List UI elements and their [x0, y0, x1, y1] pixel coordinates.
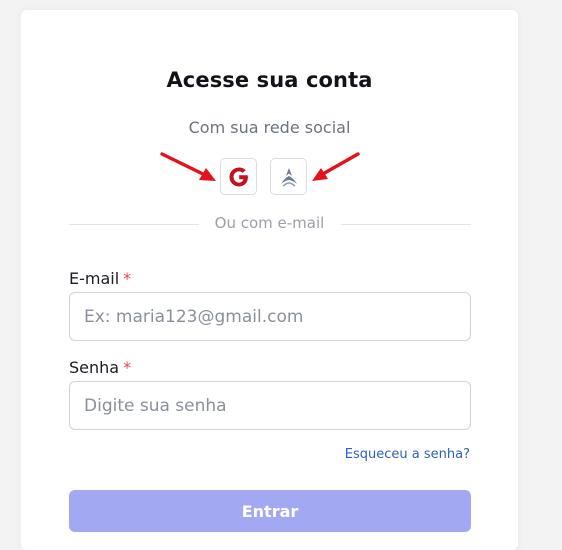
- annotation-arrow-left: [160, 152, 216, 181]
- social-login-subtitle: Com sua rede social: [188, 118, 351, 137]
- password-label-text: Senha: [69, 358, 120, 377]
- email-label-text: E-mail: [69, 269, 120, 288]
- login-card: Acesse sua conta Com sua rede social Ou …: [21, 10, 518, 550]
- adventist-flame-icon: [280, 167, 297, 187]
- email-label: E-mail *: [69, 269, 131, 288]
- page-title: Acesse sua conta: [166, 68, 373, 92]
- forgot-password-link[interactable]: Esqueceu a senha?: [345, 447, 470, 462]
- adventist-login-button[interactable]: [270, 158, 307, 195]
- email-divider-text: Ou com e-mail: [214, 214, 325, 232]
- annotation-arrow-right: [312, 152, 360, 181]
- divider-line-right: [341, 224, 471, 225]
- email-field[interactable]: [69, 292, 471, 341]
- login-submit-button[interactable]: Entrar: [69, 490, 471, 532]
- email-required-mark: *: [123, 269, 132, 288]
- password-field[interactable]: [69, 381, 471, 430]
- google-icon: [229, 167, 248, 186]
- password-label: Senha *: [69, 358, 131, 377]
- password-required-mark: *: [123, 358, 132, 377]
- google-login-button[interactable]: [220, 158, 257, 195]
